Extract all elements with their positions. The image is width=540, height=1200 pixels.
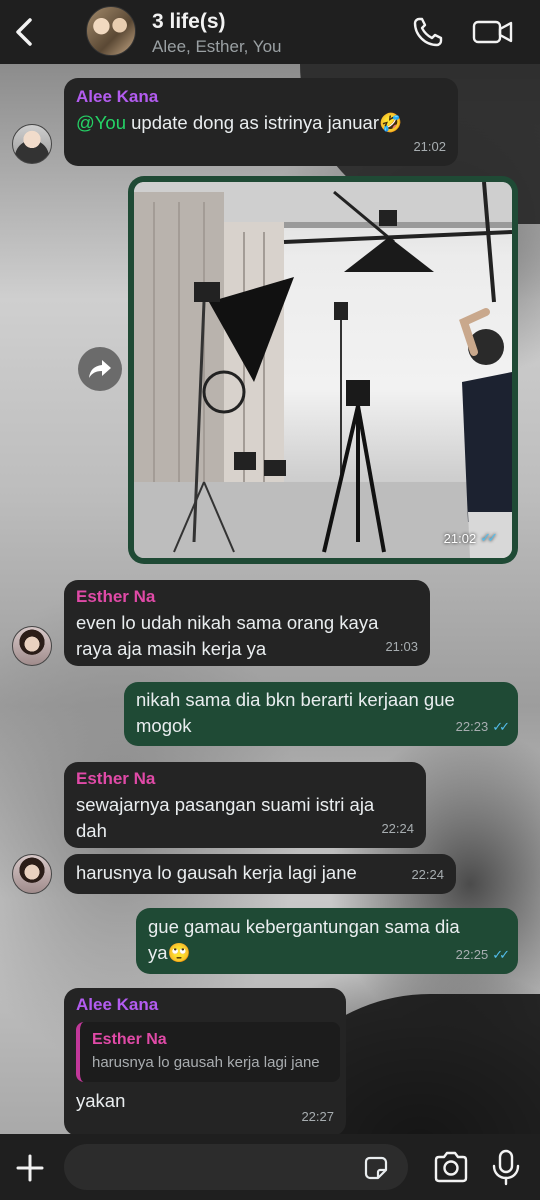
message-body: update dong as istrinya januar🤣 — [126, 112, 403, 133]
video-call-icon — [472, 20, 513, 44]
message-time: 21:02 ✓✓ — [443, 530, 498, 546]
camera-icon — [434, 1151, 468, 1183]
message-input[interactable] — [64, 1144, 408, 1190]
sender-name: Alee Kana — [76, 995, 159, 1014]
message-bubble[interactable]: Esther Na sewajarnya pasangan suami istr… — [64, 762, 426, 848]
message-bubble[interactable]: harusnya lo gausah kerja lagi jane 22:24 — [64, 854, 456, 894]
avatar-esther[interactable] — [12, 854, 52, 894]
studio-photo[interactable]: 21:02 ✓✓ — [134, 182, 512, 558]
quoted-text: harusnya lo gausah kerja lagi jane — [92, 1054, 320, 1071]
message-text: raya aja masih kerja ya — [76, 638, 267, 659]
forward-button[interactable] — [78, 347, 122, 391]
voice-call-button[interactable] — [410, 14, 446, 50]
message-bubble[interactable]: Alee Kana Esther Na harusnya lo gausah k… — [64, 988, 346, 1136]
message-text: gue gamau kebergantungan sama dia — [148, 916, 460, 937]
sticker-icon — [364, 1156, 388, 1180]
message-text: yakan — [76, 1090, 126, 1111]
message-text: ya🙄 — [148, 942, 191, 963]
back-button[interactable] — [8, 12, 40, 52]
message-text: mogok — [136, 715, 192, 736]
read-ticks-icon: ✓✓ — [480, 530, 498, 545]
avatar-alee[interactable] — [12, 124, 52, 164]
message-text: sewajarnya pasangan suami istri aja — [76, 794, 375, 815]
camera-button[interactable] — [432, 1150, 470, 1184]
mention-you[interactable]: @You — [76, 112, 126, 133]
message-time: 21:02 — [413, 139, 446, 154]
message-text: nikah sama dia bkn berarti kerjaan gue — [136, 689, 455, 710]
message-text: @You update dong as istrinya januar🤣 — [76, 110, 446, 136]
composer-bar — [0, 1134, 540, 1200]
image-message[interactable]: 21:02 ✓✓ — [128, 176, 518, 564]
sender-name: Alee Kana — [76, 87, 159, 106]
sticker-button[interactable] — [362, 1154, 390, 1182]
mic-icon — [492, 1149, 520, 1186]
sender-name: Esther Na — [76, 769, 156, 788]
message-time: 22:27 — [301, 1109, 334, 1124]
message-time: 22:23 ✓✓ — [456, 714, 510, 740]
message-time: 22:25 ✓✓ — [456, 942, 510, 968]
read-ticks-icon: ✓✓ — [492, 719, 510, 734]
message-text: harusnya lo gausah kerja lagi jane — [76, 862, 357, 883]
message-text: even lo udah nikah sama orang kaya — [76, 612, 379, 633]
chat-members[interactable]: Alee, Esther, You — [152, 37, 282, 57]
back-icon — [16, 18, 32, 46]
sender-name: Esther Na — [76, 587, 156, 606]
studio-photo-drawing — [134, 182, 512, 558]
message-text: dah — [76, 820, 107, 841]
message-time: 22:24 — [411, 867, 444, 882]
message-time: 21:03 — [385, 639, 418, 654]
chat-title[interactable]: 3 life(s) — [152, 10, 226, 34]
phone-icon — [413, 17, 443, 47]
message-bubble[interactable]: nikah sama dia bkn berarti kerjaan gue m… — [124, 682, 518, 746]
message-bubble[interactable]: gue gamau kebergantungan sama dia ya🙄 22… — [136, 908, 518, 974]
message-bubble[interactable]: Alee Kana @You update dong as istrinya j… — [64, 78, 458, 166]
message-time: 22:24 — [381, 821, 414, 836]
quoted-message[interactable]: Esther Na harusnya lo gausah kerja lagi … — [76, 1022, 340, 1082]
message-bubble[interactable]: Esther Na even lo udah nikah sama orang … — [64, 580, 430, 666]
quoted-sender: Esther Na — [92, 1031, 167, 1048]
plus-icon — [16, 1154, 44, 1182]
video-call-button[interactable] — [470, 14, 516, 50]
forward-icon — [89, 360, 111, 378]
chat-header: 3 life(s) Alee, Esther, You — [0, 0, 540, 64]
group-avatar[interactable] — [86, 6, 136, 56]
read-ticks-icon: ✓✓ — [492, 947, 510, 962]
avatar-esther[interactable] — [12, 626, 52, 666]
voice-note-button[interactable] — [488, 1148, 524, 1186]
attach-button[interactable] — [12, 1150, 48, 1186]
